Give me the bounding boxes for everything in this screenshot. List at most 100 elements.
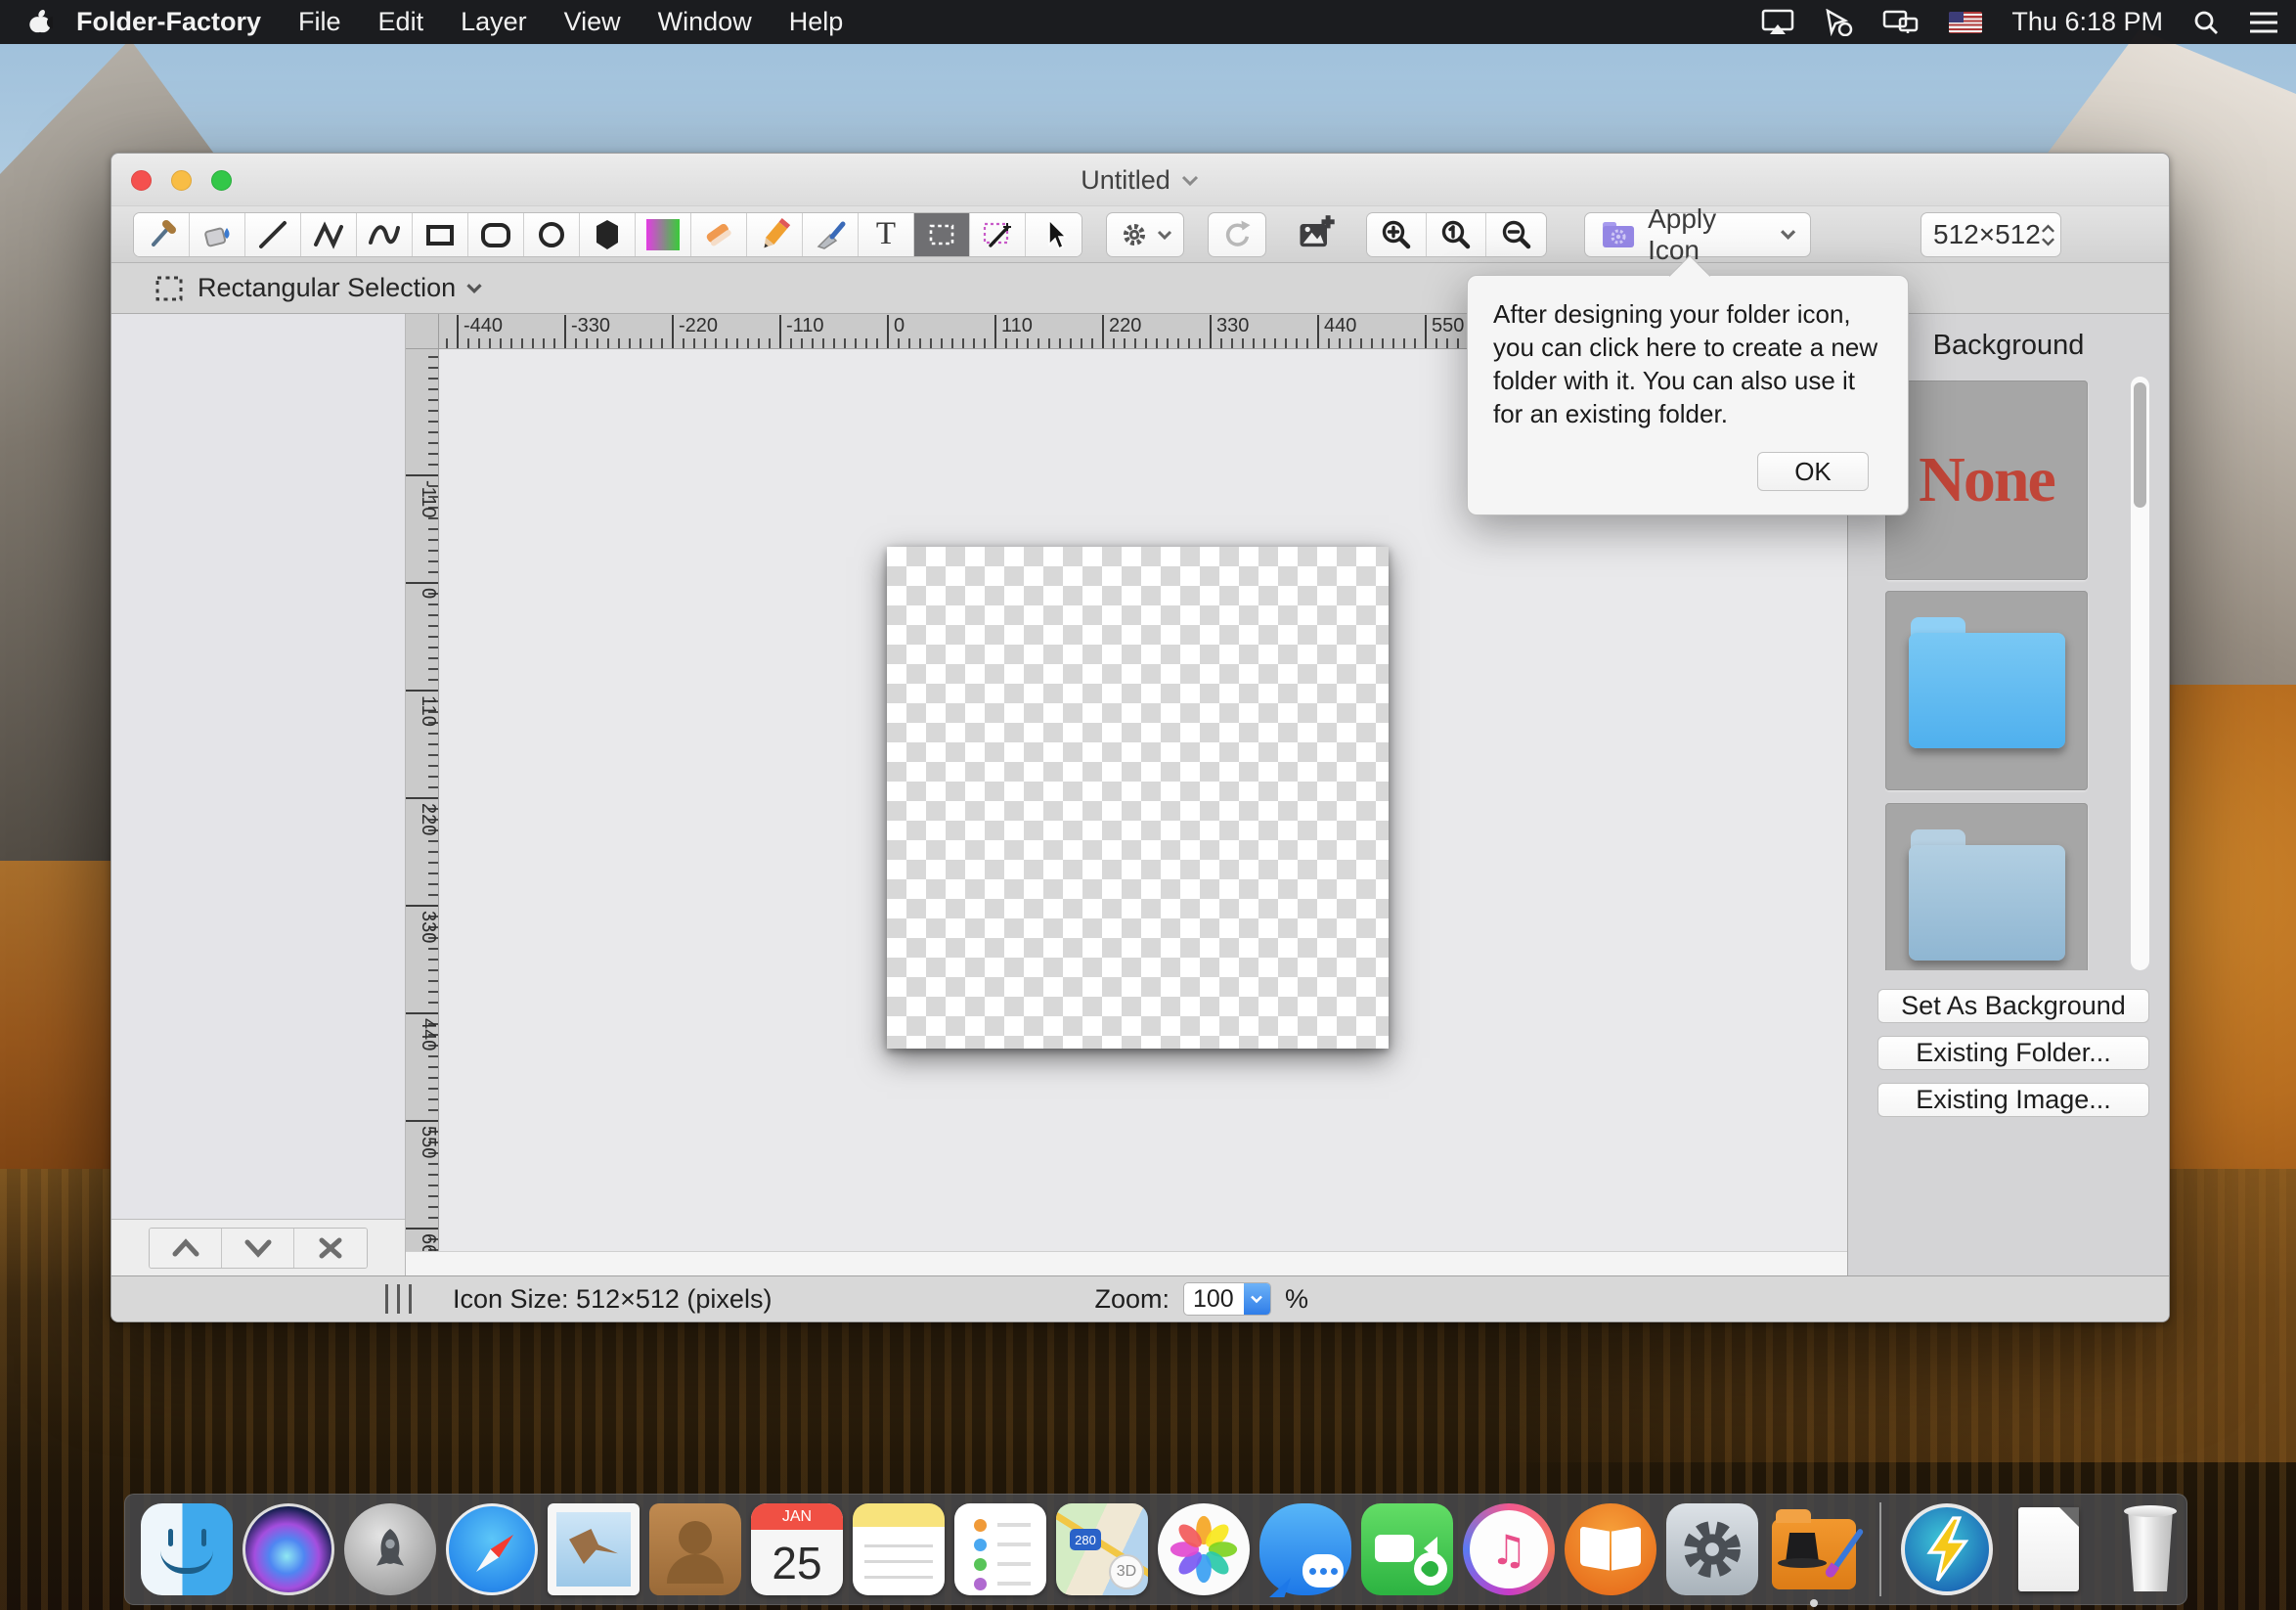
canvas-scrollbar-strip[interactable] [406,1251,1847,1275]
dock-launchpad[interactable] [344,1503,436,1595]
canvas-size-stepper[interactable]: 512×512 [1921,212,2061,257]
dock-system-preferences[interactable] [1666,1503,1758,1595]
menu-clock[interactable]: Thu 6:18 PM [2011,7,2163,37]
tool-ellipse[interactable] [524,213,580,256]
music-note-icon: ♫ [1470,1510,1548,1588]
tool-curve[interactable] [357,213,413,256]
dock-facetime[interactable] [1361,1503,1453,1595]
tool-text[interactable]: T [859,213,914,256]
existing-image-button[interactable]: Existing Image... [1877,1083,2149,1117]
tool-eyedropper[interactable] [134,213,190,256]
dock-reminders[interactable] [954,1503,1046,1595]
set-as-background-button[interactable]: Set As Background [1877,989,2149,1023]
window-titlebar[interactable]: Untitled [111,154,2169,206]
dock-calendar[interactable]: JAN 25 [751,1503,843,1595]
menu-file[interactable]: File [298,7,341,37]
dock-messages[interactable] [1259,1503,1351,1595]
dock-contacts[interactable] [649,1503,741,1595]
title-chevron-icon[interactable] [1180,173,1200,187]
dock-photos[interactable] [1158,1503,1250,1595]
spotlight-search-icon[interactable] [2192,9,2220,36]
menu-edit[interactable]: Edit [378,7,424,37]
dock-lightning-app[interactable] [1901,1503,1993,1595]
menu-layer[interactable]: Layer [461,7,527,37]
dock-maps[interactable]: 280 3D [1056,1503,1148,1595]
tool-wand-selection[interactable] [970,213,1026,256]
dock-trash[interactable] [2104,1503,2196,1595]
dock-books[interactable] [1565,1503,1656,1595]
chevron-down-icon[interactable] [465,282,483,294]
menu-view[interactable]: View [564,7,621,37]
dock-folder-factory[interactable] [1768,1503,1860,1595]
ruler-label: 550 [1425,315,1464,348]
dock-document[interactable] [2003,1503,2095,1595]
tool-gradient[interactable] [636,213,691,256]
tool-options-button[interactable] [1106,212,1184,257]
dock-itunes[interactable]: ♫ [1463,1503,1555,1595]
layer-delete-button[interactable] [294,1229,367,1268]
zoom-select[interactable]: 100 [1183,1282,1271,1316]
apply-icon-button[interactable]: Apply Icon [1584,212,1811,257]
selection-mode-label[interactable]: Rectangular Selection [198,273,456,303]
tool-rectangular-selection[interactable] [914,213,970,256]
stepper-arrows-icon[interactable] [2041,224,2055,246]
add-image-button[interactable] [1288,212,1345,257]
gradient-swatch [646,219,680,250]
layers-panel-footer [111,1219,405,1275]
background-thumb-textured-folder[interactable] [1885,803,2088,970]
menu-app-name[interactable]: Folder-Factory [76,7,261,37]
screen-pointer-icon[interactable] [1824,9,1853,36]
layer-move-down-button[interactable] [222,1229,294,1268]
existing-folder-button[interactable]: Existing Folder... [1877,1036,2149,1070]
menu-help[interactable]: Help [789,7,844,37]
panel-resize-grip[interactable] [385,1284,412,1314]
ok-button[interactable]: OK [1757,452,1869,491]
airplay-display-icon[interactable] [1761,9,1794,36]
background-thumb-none[interactable]: None [1885,380,2088,580]
app-window: Untitled [110,153,2170,1322]
zoom-out-button[interactable] [1486,213,1546,256]
background-thumbnail-list: None [1885,377,2110,970]
background-scrollbar-thumb[interactable] [2134,382,2146,508]
ruler-label: -220 [672,315,718,348]
percent-label: % [1285,1284,1308,1315]
rocket-icon [363,1522,418,1577]
dock-siri[interactable] [243,1503,334,1595]
tool-knife[interactable] [803,213,859,256]
menu-window[interactable]: Window [658,7,752,37]
dual-display-icon[interactable] [1882,9,1920,36]
us-flag-icon[interactable] [1949,12,1982,33]
tool-rectangle[interactable] [413,213,468,256]
tool-move-cursor[interactable] [1026,213,1082,256]
zoom-select-arrow-icon[interactable] [1244,1283,1270,1315]
ruler-label: -110 [779,315,824,348]
zoom-actual-button[interactable] [1427,213,1486,256]
rotate-button[interactable] [1208,212,1266,257]
tool-pencil[interactable] [747,213,803,256]
tool-paint-bucket[interactable] [190,213,245,256]
background-thumb-blue-folder[interactable] [1885,591,2088,790]
zoom-in-button[interactable] [1367,213,1427,256]
ruler-label: -440 [457,315,503,348]
ruler-label: 110 [406,690,439,727]
layer-move-up-button[interactable] [150,1229,222,1268]
textured-blue-folder-icon [1909,845,2065,961]
dock-finder[interactable] [141,1503,233,1595]
apple-menu[interactable] [18,8,63,37]
tool-eraser[interactable] [691,213,747,256]
tool-zigzag[interactable] [301,213,357,256]
tool-rounded-rectangle[interactable] [468,213,524,256]
ruler-label: 220 [1102,315,1141,348]
tool-polygon[interactable] [580,213,636,256]
apply-icon-label: Apply Icon [1648,203,1770,266]
notification-center-icon[interactable] [2249,10,2278,35]
tool-line[interactable] [245,213,301,256]
ruler-label: 440 [1317,315,1356,348]
zoom-label: Zoom: [1094,1284,1170,1315]
transparent-canvas[interactable] [887,547,1389,1049]
ruler-label: 330 [406,905,439,943]
dock-safari[interactable] [446,1503,538,1595]
dock-mail[interactable] [548,1503,640,1595]
background-scrollbar[interactable] [2131,377,2149,970]
dock-notes[interactable] [853,1503,945,1595]
